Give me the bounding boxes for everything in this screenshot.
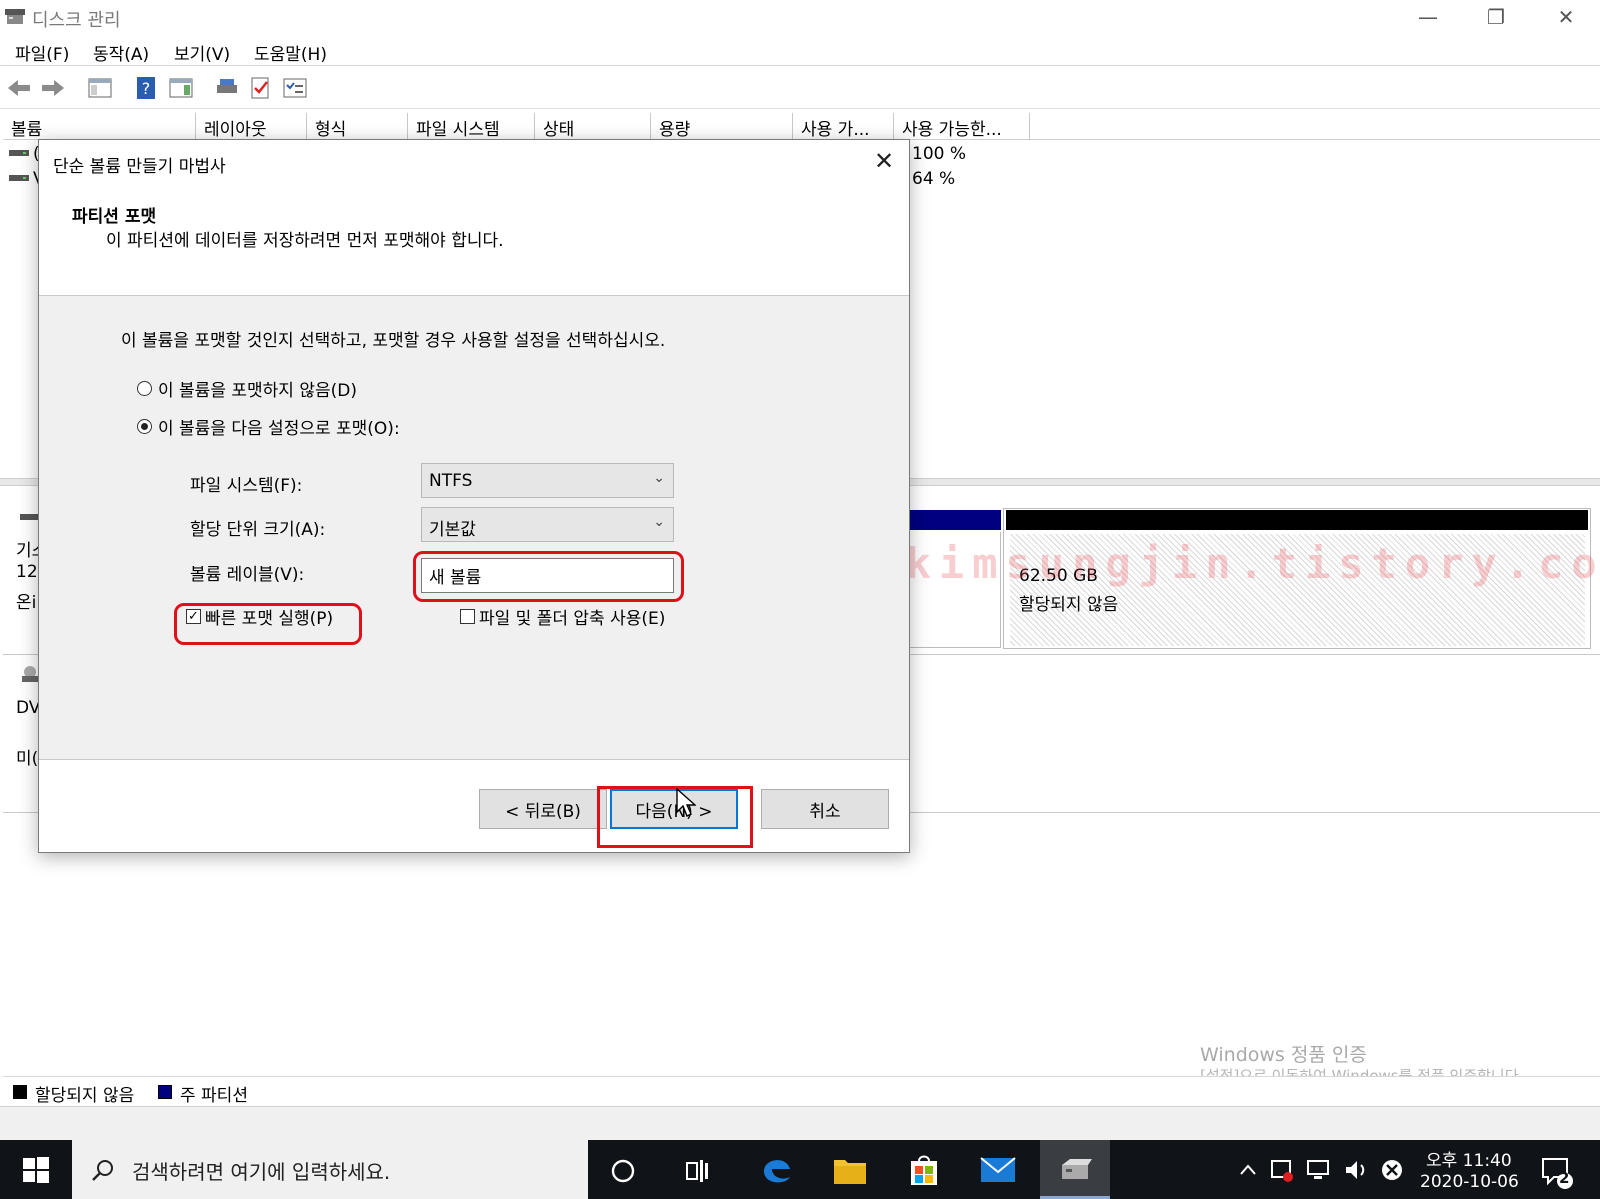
toolbar: ? (0, 67, 1600, 109)
radio-unchecked-icon[interactable] (137, 381, 152, 396)
close-button[interactable]: ✕ (1532, 0, 1600, 34)
disk-icon (20, 514, 40, 520)
forward-icon[interactable] (40, 75, 66, 101)
window-title: 디스크 관리 (32, 10, 121, 31)
dialog-subheading: 이 파티션에 데이터를 저장하려면 먼저 포맷해야 합니다. (106, 231, 504, 251)
disk-management-app-icon (1062, 1159, 1092, 1179)
dialog-heading: 파티션 포맷 (72, 207, 157, 227)
volume-row-percent[interactable]: 64 % (912, 169, 955, 189)
column-percent-free[interactable]: 사용 가능한... (894, 113, 1030, 140)
allocation-unit-select[interactable]: 기본값 ⌄ (421, 507, 674, 542)
windows-start-icon[interactable] (22, 1156, 50, 1184)
legend-label: 주 파티션 (180, 1086, 248, 1106)
column-file-system[interactable]: 파일 시스템 (408, 113, 535, 140)
file-system-label: 파일 시스템(F): (190, 476, 303, 496)
allocation-unit-value: 기본값 (429, 520, 476, 540)
file-explorer-icon[interactable] (833, 1154, 867, 1186)
cancel-button[interactable]: 취소 (761, 789, 889, 829)
activation-title: Windows 정품 인증 (1200, 1044, 1367, 1066)
chevron-up-icon[interactable] (1238, 1160, 1258, 1180)
unallocated-bar (1006, 510, 1588, 530)
menu-file[interactable]: 파일(F) (15, 40, 69, 65)
column-free-space[interactable]: 사용 가... (793, 113, 894, 140)
dvd-icon (22, 666, 38, 682)
column-capacity[interactable]: 용량 (651, 113, 793, 140)
format-instruction: 이 볼륨을 포맷할 것인지 선택하고, 포맷할 경우 사용할 설정을 선택하십시… (121, 331, 666, 351)
help-icon[interactable]: ? (134, 75, 160, 101)
primary-partition-bar (905, 510, 1001, 530)
restore-button[interactable]: ❐ (1462, 0, 1530, 34)
back-icon[interactable] (6, 75, 32, 101)
compression-checkbox[interactable]: 파일 및 폴더 압축 사용(E) (460, 604, 665, 629)
drive-icon (9, 150, 29, 156)
disk-label-frag: 온i (16, 593, 37, 613)
unallocated-status: 할당되지 않음 (1019, 595, 1119, 615)
legend-swatch-primary (158, 1085, 172, 1099)
edge-browser-icon[interactable] (760, 1153, 794, 1187)
highlight-volume-label (413, 551, 684, 602)
menu-action[interactable]: 동작(A) (93, 40, 149, 65)
drive-icon (9, 175, 29, 181)
radio-checked-icon[interactable] (137, 419, 152, 434)
properties-icon[interactable] (168, 75, 194, 101)
dialog-title: 단순 볼륨 만들기 마법사 (53, 157, 226, 177)
svg-text:?: ? (142, 79, 151, 98)
radio-no-format[interactable]: 이 볼륨을 포맷하지 않음(D) (137, 376, 357, 401)
clock-date[interactable]: 2020-10-06 (1420, 1172, 1519, 1192)
file-system-value: NTFS (429, 471, 473, 491)
menu-help[interactable]: 도움말(H) (254, 40, 327, 65)
compression-label: 파일 및 폴더 압축 사용(E) (479, 609, 666, 629)
menu-view[interactable]: 보기(V) (174, 40, 230, 65)
minimize-button[interactable]: — (1394, 0, 1462, 34)
store-icon[interactable] (908, 1153, 940, 1187)
column-layout[interactable]: 레이아웃 (196, 113, 307, 140)
column-volume[interactable]: 볼륨 (3, 113, 196, 140)
list-icon[interactable] (282, 75, 308, 101)
column-status[interactable]: 상태 (535, 113, 651, 140)
search-icon (92, 1160, 113, 1181)
dialog-close-icon[interactable]: ✕ (869, 146, 899, 176)
task-view-icon[interactable] (683, 1158, 711, 1184)
legend: 할당되지 않음 주 파티션 (3, 1076, 1600, 1106)
disk-label-frag: DV (16, 698, 41, 718)
radio-format[interactable]: 이 볼륨을 다음 설정으로 포맷(O): (137, 414, 400, 439)
back-button[interactable]: < 뒤로(B) (479, 789, 607, 829)
new-simple-volume-wizard: 단순 볼륨 만들기 마법사 ✕ 파티션 포맷 이 파티션에 데이터를 저장하려면… (38, 139, 910, 853)
mouse-cursor-icon (676, 788, 696, 817)
chevron-down-icon: ⌄ (653, 470, 665, 486)
menu-bar: 파일(F) 동작(A) 보기(V) 도움말(H) (0, 34, 1600, 66)
network-icon[interactable] (1306, 1158, 1334, 1182)
radio-label: 이 볼륨을 포맷하지 않음(D) (158, 381, 357, 401)
clock-time[interactable]: 오후 11:40 (1426, 1146, 1512, 1171)
sync-icon[interactable] (1268, 1156, 1296, 1184)
highlight-quick-format (174, 603, 362, 645)
disk-icon[interactable] (214, 75, 240, 101)
volume-list-header: 볼륨 레이아웃 형식 파일 시스템 상태 용량 사용 가... 사용 가능한..… (3, 113, 1600, 140)
file-system-select[interactable]: NTFS ⌄ (421, 463, 674, 498)
mail-icon[interactable] (980, 1155, 1016, 1185)
checkbox-empty-icon[interactable] (460, 609, 475, 624)
allocation-unit-label: 할당 단위 크기(A): (190, 520, 326, 540)
cortana-icon[interactable] (610, 1158, 636, 1184)
check-icon[interactable] (248, 75, 274, 101)
title-bar: 디스크 관리 — ❐ ✕ (0, 0, 1600, 34)
disk-management-icon (5, 9, 25, 24)
search-placeholder[interactable]: 검색하려면 여기에 입력하세요. (132, 1156, 390, 1185)
radio-label: 이 볼륨을 다음 설정으로 포맷(O): (158, 419, 400, 439)
chevron-down-icon: ⌄ (653, 514, 665, 530)
dialog-separator (39, 759, 909, 760)
legend-swatch-unallocated (13, 1085, 27, 1099)
volume-label-label: 볼륨 레이블(V): (190, 565, 305, 585)
volume-icon[interactable] (1344, 1158, 1370, 1182)
error-badge-icon[interactable] (1380, 1158, 1404, 1182)
disk-label-frag: 미( (16, 749, 39, 769)
legend-label: 할당되지 않음 (35, 1086, 135, 1106)
highlight-next-button (597, 786, 753, 848)
column-type[interactable]: 형식 (307, 113, 408, 140)
console-tree-icon[interactable] (87, 75, 113, 101)
notification-count: 2 (1559, 1169, 1570, 1187)
volume-row-percent[interactable]: 100 % (912, 144, 966, 164)
status-bar (0, 1106, 1600, 1140)
